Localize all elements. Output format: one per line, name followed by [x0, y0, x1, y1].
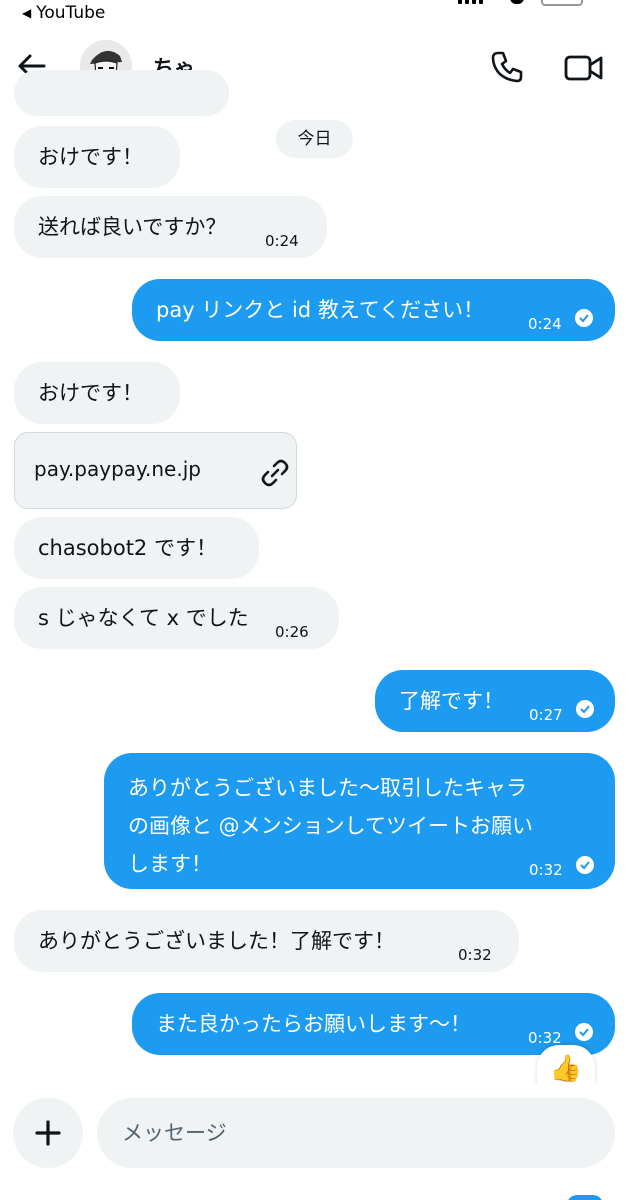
message-bubble-sent[interactable]: pay リンクと id 教えてください！ 0:24 [132, 279, 615, 341]
link-preview-card[interactable]: pay.paypay.ne.jp [14, 432, 297, 509]
message-text: また良かったらお願いします〜！ [156, 1012, 471, 1036]
status-bar: ◀ YouTube [0, 0, 629, 28]
message-bubble-received[interactable]: 送れば良いですか？ 0:24 [14, 196, 327, 258]
message-text-line: の画像と @メンションしてツイートお願い [128, 814, 534, 838]
phone-icon[interactable] [490, 50, 524, 84]
check-icon [575, 1023, 593, 1041]
message-bubble-received[interactable]: おけです！ [14, 126, 180, 188]
back-to-app-link[interactable]: ◀ YouTube [22, 3, 105, 23]
message-text: pay リンクと id 教えてください！ [156, 298, 485, 322]
message-bubble-received[interactable]: ありがとうございました！了解です！ 0:32 [14, 910, 519, 972]
cellular-signal-icon [458, 0, 483, 4]
message-text-line: ありがとうございました〜取引したキャラ [128, 776, 527, 800]
check-icon [576, 700, 594, 718]
link-url: pay.paypay.ne.jp [34, 457, 201, 481]
video-icon[interactable] [564, 52, 604, 84]
message-bubble-sent[interactable]: また良かったらお願いします〜！ 0:32 [132, 993, 615, 1055]
plus-icon [35, 1120, 61, 1146]
message-bubble-sent[interactable]: 了解です！ 0:27 [375, 670, 615, 732]
message-composer [0, 1085, 629, 1200]
message-text: おけです！ [38, 381, 143, 405]
back-app-label: YouTube [36, 3, 106, 23]
message-text: 了解です！ [399, 689, 504, 713]
date-separator: 今日 [276, 120, 353, 158]
message-time: 0:24 [265, 232, 299, 250]
check-icon [575, 309, 593, 327]
check-icon [576, 856, 594, 874]
message-text: s じゃなくて x でした [38, 606, 249, 630]
message-time: 0:26 [275, 623, 309, 641]
add-media-button[interactable] [13, 1098, 83, 1168]
battery-icon [541, 0, 583, 6]
message-bubble-received[interactable]: おけです！ [14, 362, 180, 424]
message-text-line: します！ [128, 852, 212, 876]
thumbs-up-icon[interactable]: 👍 [537, 1045, 595, 1085]
message-bubble-sent[interactable]: ありがとうございました〜取引したキャラ の画像と @メンションしてツイートお願い… [104, 753, 615, 889]
message-input[interactable] [97, 1098, 615, 1168]
message-bubble-received[interactable]: chasobot2 です！ [14, 517, 259, 579]
message-bubble-received[interactable]: s じゃなくて x でした 0:26 [14, 587, 339, 649]
message-text: おけです！ [38, 145, 143, 169]
message-text: chasobot2 です！ [38, 536, 217, 560]
message-time: 0:32 [529, 861, 563, 879]
message-text: ありがとうございました！了解です！ [38, 929, 395, 953]
link-icon [259, 457, 291, 489]
message-time: 0:24 [528, 315, 562, 333]
floating-button-edge[interactable] [567, 1195, 603, 1200]
message-time: 0:27 [529, 706, 563, 724]
message-bubble-partial [14, 70, 229, 116]
wifi-icon [510, 0, 524, 4]
message-time: 0:32 [458, 946, 492, 964]
back-triangle-icon: ◀ [22, 6, 32, 20]
message-text: 送れば良いですか？ [38, 215, 227, 239]
